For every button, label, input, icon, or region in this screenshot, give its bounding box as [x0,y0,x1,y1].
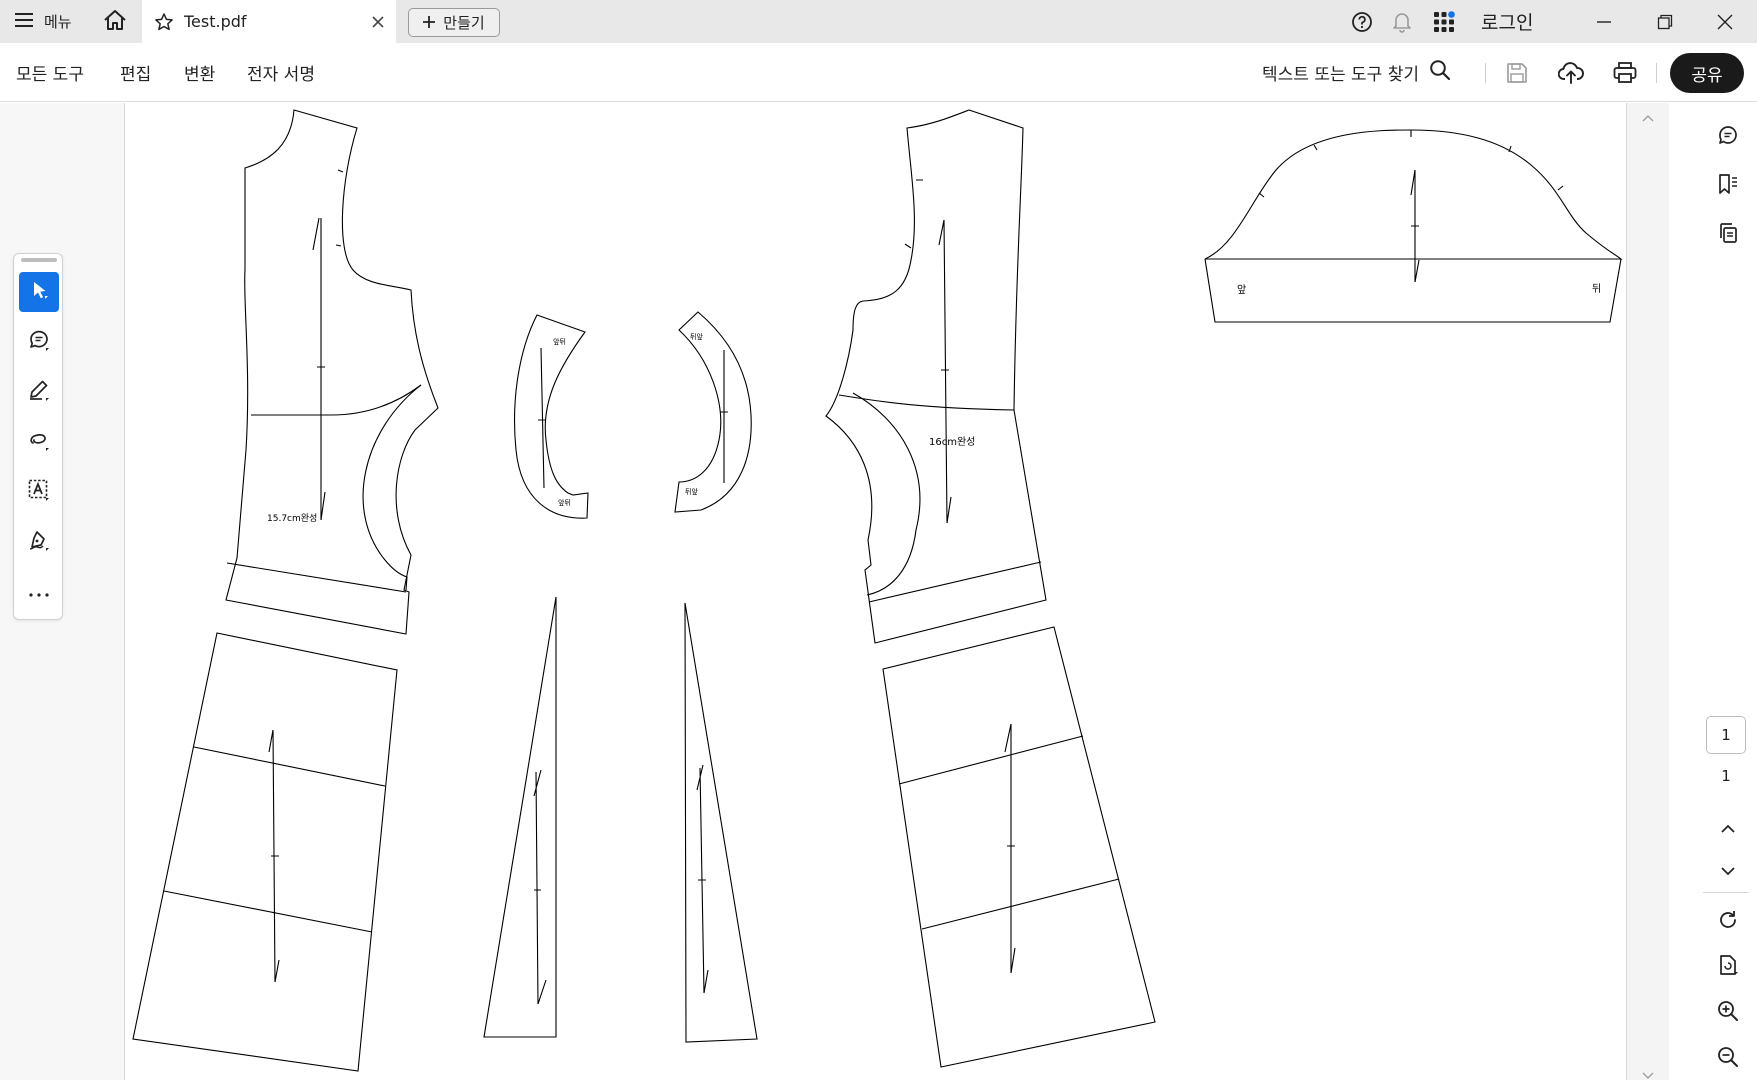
save-icon[interactable] [1503,59,1531,87]
share-button[interactable]: 공유 [1670,53,1744,93]
title-bar: 메뉴 Test.pdf 만들기 로그인 [0,0,1757,43]
front-skirt-line-2 [163,890,373,933]
minimize-icon[interactable] [1590,8,1618,36]
quick-tools-bar [13,253,63,620]
front-armhole-facing [362,384,422,591]
back-bodice-measure: 16cm완성 [929,436,975,448]
bookmarks-icon[interactable] [1713,169,1743,199]
create-label: 만들기 [443,14,485,32]
menu-convert[interactable]: 변환 [184,43,215,102]
comment-bubble-icon [27,328,51,356]
front-side-gore [483,596,557,1038]
search-label: 텍스트 또는 도구 찾기 [1262,65,1419,85]
back-hip-line [868,561,1042,603]
front-bodice-piece [225,109,439,635]
scroll-down-arrow-icon[interactable] [1642,1065,1654,1084]
home-button[interactable] [101,8,129,36]
pen-sign-icon [27,528,51,556]
zoom-in-icon[interactable] [1713,996,1743,1026]
lasso-icon [27,428,51,456]
back-grainline [943,219,948,524]
toolbar-divider [1485,63,1486,83]
text-box-icon [27,478,51,506]
select-tool-button[interactable] [19,272,59,312]
create-button[interactable]: 만들기 [408,8,500,37]
more-dots-icon [28,583,50,602]
sign-tool-button[interactable] [19,522,59,562]
page-options-icon[interactable] [1713,950,1743,980]
print-icon[interactable] [1611,59,1639,87]
comments-panel-icon[interactable] [1713,120,1743,150]
comment-tool-button[interactable] [19,322,59,362]
rotate-icon[interactable] [1713,905,1743,935]
main-toolbar: 모든 도구 편집 변환 전자 서명 텍스트 또는 도구 찾기 공유 [0,43,1757,102]
facing-back-top-label: 뒤앞 [690,333,703,341]
menu-label: 메뉴 [44,13,72,31]
back-skirt-line-2 [921,878,1120,930]
menu-edit[interactable]: 편집 [120,43,151,102]
menu-button[interactable]: 메뉴 [14,0,72,43]
hamburger-icon [14,12,34,32]
drag-handle[interactable] [21,258,57,262]
document-tab[interactable]: Test.pdf [142,0,396,43]
scroll-up-arrow-icon[interactable] [1642,107,1654,126]
back-waist-line [838,394,1015,411]
close-tab-icon[interactable] [368,12,388,32]
vertical-scrollbar[interactable] [1627,103,1669,1080]
help-icon[interactable] [1350,10,1374,34]
star-icon[interactable] [154,12,174,32]
cursor-arrow-icon [28,279,50,305]
facing-back-bottom-label: 뒤앞 [685,488,698,496]
back-armhole-facing [852,392,921,596]
back-bodice-piece [825,109,1047,644]
pen-highlight-icon [27,378,51,406]
facing-front-bottom-label: 앞뒤 [558,499,571,507]
back-neck-facing [674,311,752,513]
plus-icon [423,14,436,32]
back-side-gore [684,602,758,1043]
sewing-pattern-drawing: 15.7cm완성 16cm완성 앞 뒤 앞뒤 앞뒤 뒤앞 뒤앞 [132,109,1623,1072]
sleeve-cuff [1204,258,1622,323]
facing-front-top-label: 앞뒤 [553,338,566,346]
front-hip-line [226,562,407,593]
draw-tool-button[interactable] [19,422,59,462]
menu-all-tools[interactable]: 모든 도구 [16,43,84,102]
zoom-out-icon[interactable] [1713,1042,1743,1072]
front-skirt-piece [132,632,398,1072]
back-skirt-line-1 [898,735,1084,785]
restore-icon[interactable] [1651,8,1679,36]
tab-title: Test.pdf [184,12,247,31]
toolbar-divider [1656,63,1657,83]
apps-grid-icon[interactable] [1432,10,1456,34]
pdf-page[interactable]: 15.7cm완성 16cm완성 앞 뒤 앞뒤 앞뒤 뒤앞 뒤앞 [124,103,1627,1080]
login-button[interactable]: 로그인 [1481,0,1533,43]
menu-e-sign[interactable]: 전자 서명 [247,43,315,102]
text-box-tool-button[interactable] [19,472,59,512]
front-skirt-line-1 [193,746,386,787]
previous-page-icon[interactable] [1713,814,1743,844]
rail-divider [1703,892,1749,893]
home-icon [103,9,127,35]
front-neck-facing [514,314,589,519]
back-skirt-piece [882,626,1156,1068]
notification-bell-icon[interactable] [1390,10,1414,34]
search-icon [1429,59,1451,86]
highlight-tool-button[interactable] [19,372,59,412]
sleeve-piece [1204,129,1623,260]
tool-search[interactable]: 텍스트 또는 도구 찾기 [1262,43,1451,102]
cloud-upload-icon[interactable] [1557,59,1585,87]
next-page-icon[interactable] [1713,856,1743,886]
total-pages: 1 [1721,767,1731,785]
sleeve-back-label: 뒤 [1592,283,1601,295]
sleeve-front-label: 앞 [1237,284,1246,296]
current-page-input[interactable]: 1 [1706,716,1746,754]
more-tools-button[interactable] [19,572,59,612]
close-window-icon[interactable] [1711,8,1739,36]
page-thumbnails-icon[interactable] [1713,218,1743,248]
front-bodice-measure: 15.7cm완성 [267,513,317,524]
